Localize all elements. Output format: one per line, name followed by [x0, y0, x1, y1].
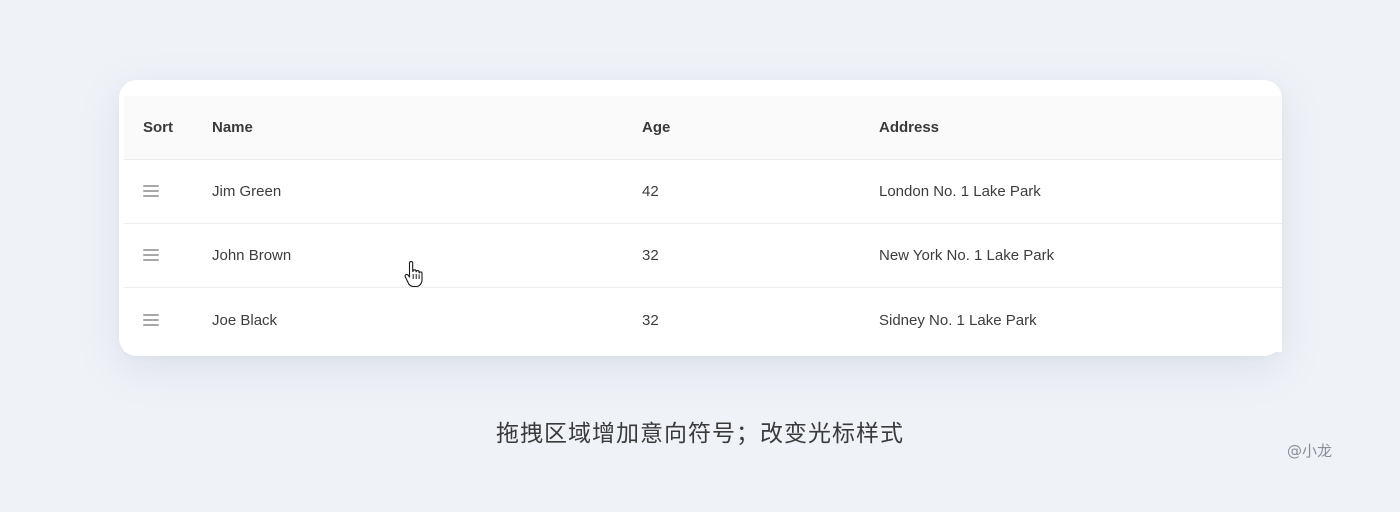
address-cell: New York No. 1 Lake Park	[879, 247, 1055, 264]
name-cell: Jim Green	[212, 183, 282, 200]
address-cell: Sidney No. 1 Lake Park	[879, 311, 1037, 329]
column-header-sort: Sort	[143, 119, 173, 136]
column-header-name: Name	[212, 119, 253, 136]
age-cell: 32	[642, 311, 659, 329]
drag-handle-icon[interactable]	[143, 185, 159, 198]
sort-cell[interactable]	[124, 311, 212, 329]
data-table: Sort Name Age Address Jim Green 42 Londo…	[124, 96, 1282, 352]
table-card: Sort Name Age Address Jim Green 42 Londo…	[119, 80, 1282, 356]
column-header-address: Address	[879, 119, 940, 136]
caption-text: 拖拽区域增加意向符号；改变光标样式	[496, 421, 904, 447]
drag-handle-icon[interactable]	[143, 313, 159, 326]
column-header-age: Age	[642, 119, 671, 136]
watermark: @小龙	[1287, 442, 1333, 460]
name-cell: John Brown	[212, 247, 292, 264]
table-row[interactable]: Joe Black 32 Sidney No. 1 Lake Park	[124, 288, 1282, 352]
sort-cell[interactable]	[124, 183, 212, 201]
drag-handle-icon[interactable]	[143, 249, 159, 262]
table-row[interactable]: Jim Green 42 London No. 1 Lake Park	[124, 160, 1282, 224]
name-cell: Joe Black	[212, 311, 278, 329]
table-header: Sort Name Age Address	[124, 96, 1282, 160]
age-cell: 32	[642, 247, 659, 264]
sort-cell[interactable]	[124, 247, 212, 265]
age-cell: 42	[642, 183, 659, 200]
address-cell: London No. 1 Lake Park	[879, 183, 1041, 200]
table-row[interactable]: John Brown 32 New York No. 1 Lake Park	[124, 224, 1282, 288]
hand-pointer-cursor-icon	[404, 260, 424, 288]
